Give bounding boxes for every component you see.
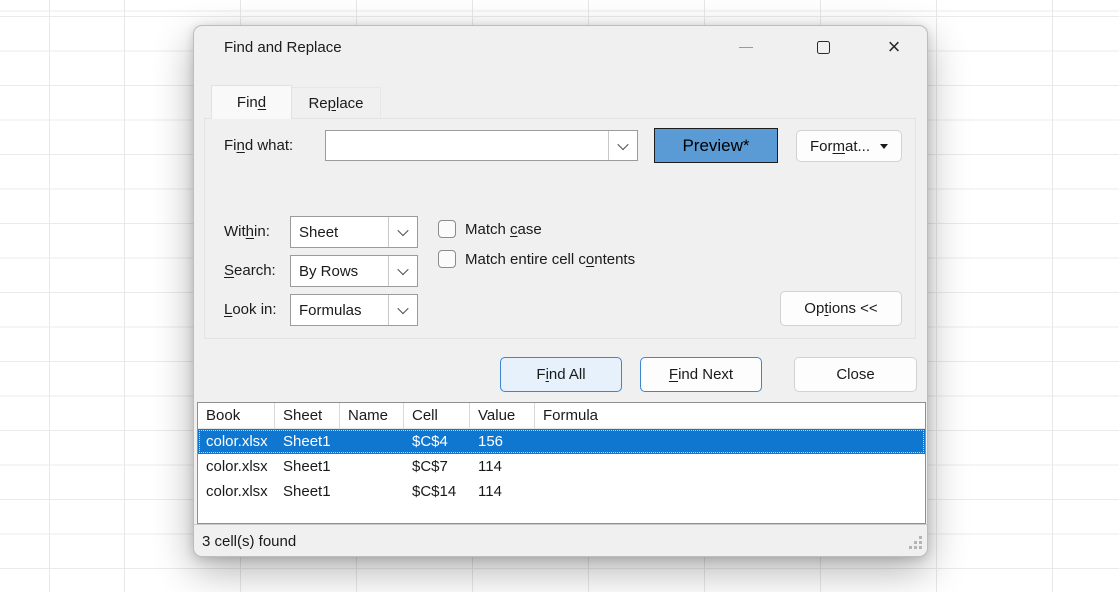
cell-name [340, 454, 404, 479]
cell-value: 114 [470, 454, 535, 479]
column-header-value[interactable]: Value [470, 403, 535, 428]
search-label: Search: [224, 262, 276, 279]
find-and-replace-dialog: Find and Replace × Find Replace Find wha… [193, 25, 928, 557]
maximize-icon [817, 41, 830, 54]
options-button-label: Options << [804, 300, 877, 317]
close-button-label: Close [836, 366, 874, 383]
find-what-combobox [325, 130, 638, 161]
close-button[interactable]: Close [794, 357, 917, 392]
look-in-dropdown-button[interactable] [388, 295, 417, 325]
minimize-icon [739, 47, 753, 48]
tab-replace[interactable]: Replace [292, 87, 381, 118]
match-case-label[interactable]: Match case [465, 221, 542, 238]
tab-replace-label: Replace [308, 95, 363, 112]
within-select[interactable]: Sheet [290, 216, 418, 248]
column-header-cell[interactable]: Cell [404, 403, 470, 428]
status-text: 3 cell(s) found [202, 533, 296, 550]
cell-cell: $C$7 [404, 454, 470, 479]
tab-find-label: Find [237, 94, 266, 111]
cell-cell: $C$14 [404, 479, 470, 504]
within-label: Within: [224, 223, 270, 240]
cell-value: 114 [470, 479, 535, 504]
cell-formula [535, 479, 925, 504]
close-icon: × [888, 36, 901, 58]
chevron-down-icon [397, 303, 408, 314]
search-value: By Rows [291, 263, 388, 280]
cell-book: color.xlsx [198, 429, 275, 454]
cell-name [340, 479, 404, 504]
find-all-button[interactable]: Find All [500, 357, 622, 392]
column-header-book[interactable]: Book [198, 403, 275, 428]
resize-grip[interactable] [908, 536, 922, 550]
results-header-row: Book Sheet Name Cell Value Formula [198, 403, 925, 429]
chevron-down-icon [397, 225, 408, 236]
cell-value: 156 [470, 429, 535, 454]
search-select[interactable]: By Rows [290, 255, 418, 287]
format-button-label: Format... [810, 138, 870, 155]
status-bar: 3 cell(s) found [194, 524, 927, 557]
look-in-select[interactable]: Formulas [290, 294, 418, 326]
cell-formula [535, 454, 925, 479]
column-header-name[interactable]: Name [340, 403, 404, 428]
format-dropdown-arrow-icon [880, 144, 888, 149]
table-row[interactable]: color.xlsx Sheet1 $C$7 114 [198, 454, 925, 479]
results-table: Book Sheet Name Cell Value Formula color… [197, 402, 926, 524]
find-what-input[interactable] [326, 131, 608, 160]
find-all-button-label: Find All [536, 366, 585, 383]
cell-name [340, 429, 404, 454]
match-entire-cell-label[interactable]: Match entire cell contents [465, 251, 635, 268]
cell-book: color.xlsx [198, 479, 275, 504]
tab-find[interactable]: Find [211, 85, 292, 119]
match-case-checkbox[interactable] [438, 220, 456, 238]
look-in-label: Look in: [224, 301, 277, 318]
preview-button-label: Preview* [682, 136, 749, 156]
find-what-dropdown-button[interactable] [608, 131, 637, 160]
cell-book: color.xlsx [198, 454, 275, 479]
chevron-down-icon [397, 264, 408, 275]
table-row[interactable]: color.xlsx Sheet1 $C$4 156 [198, 429, 925, 454]
cell-formula [535, 429, 925, 454]
column-header-sheet[interactable]: Sheet [275, 403, 340, 428]
find-what-label: Find what: [224, 137, 293, 154]
maximize-button[interactable] [806, 33, 840, 61]
cell-cell: $C$4 [404, 429, 470, 454]
dialog-title: Find and Replace [224, 39, 342, 56]
chevron-down-icon [617, 138, 628, 149]
preview-button[interactable]: Preview* [654, 128, 778, 163]
cell-sheet: Sheet1 [275, 429, 340, 454]
find-next-button-label: Find Next [669, 366, 733, 383]
cell-sheet: Sheet1 [275, 479, 340, 504]
within-value: Sheet [291, 224, 388, 241]
format-button[interactable]: Format... [796, 130, 902, 162]
close-window-button[interactable]: × [877, 33, 911, 61]
match-entire-cell-checkbox[interactable] [438, 250, 456, 268]
within-dropdown-button[interactable] [388, 217, 417, 247]
search-dropdown-button[interactable] [388, 256, 417, 286]
cell-sheet: Sheet1 [275, 454, 340, 479]
options-button[interactable]: Options << [780, 291, 902, 326]
table-row[interactable]: color.xlsx Sheet1 $C$14 114 [198, 479, 925, 504]
minimize-button[interactable] [729, 33, 763, 61]
find-next-button[interactable]: Find Next [640, 357, 762, 392]
column-header-formula[interactable]: Formula [535, 403, 925, 428]
look-in-value: Formulas [291, 302, 388, 319]
